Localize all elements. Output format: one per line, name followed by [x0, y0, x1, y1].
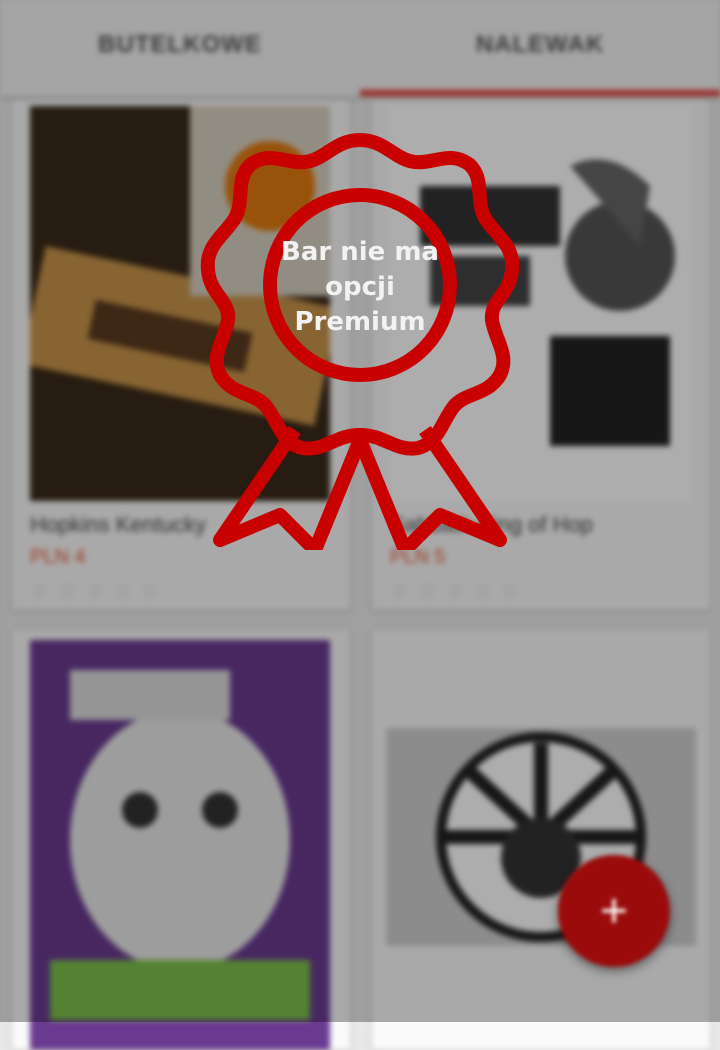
add-button[interactable]: +: [558, 855, 670, 967]
award-ribbon-icon: [200, 133, 520, 550]
premium-message: Bar nie ma opcji Premium: [281, 237, 439, 337]
